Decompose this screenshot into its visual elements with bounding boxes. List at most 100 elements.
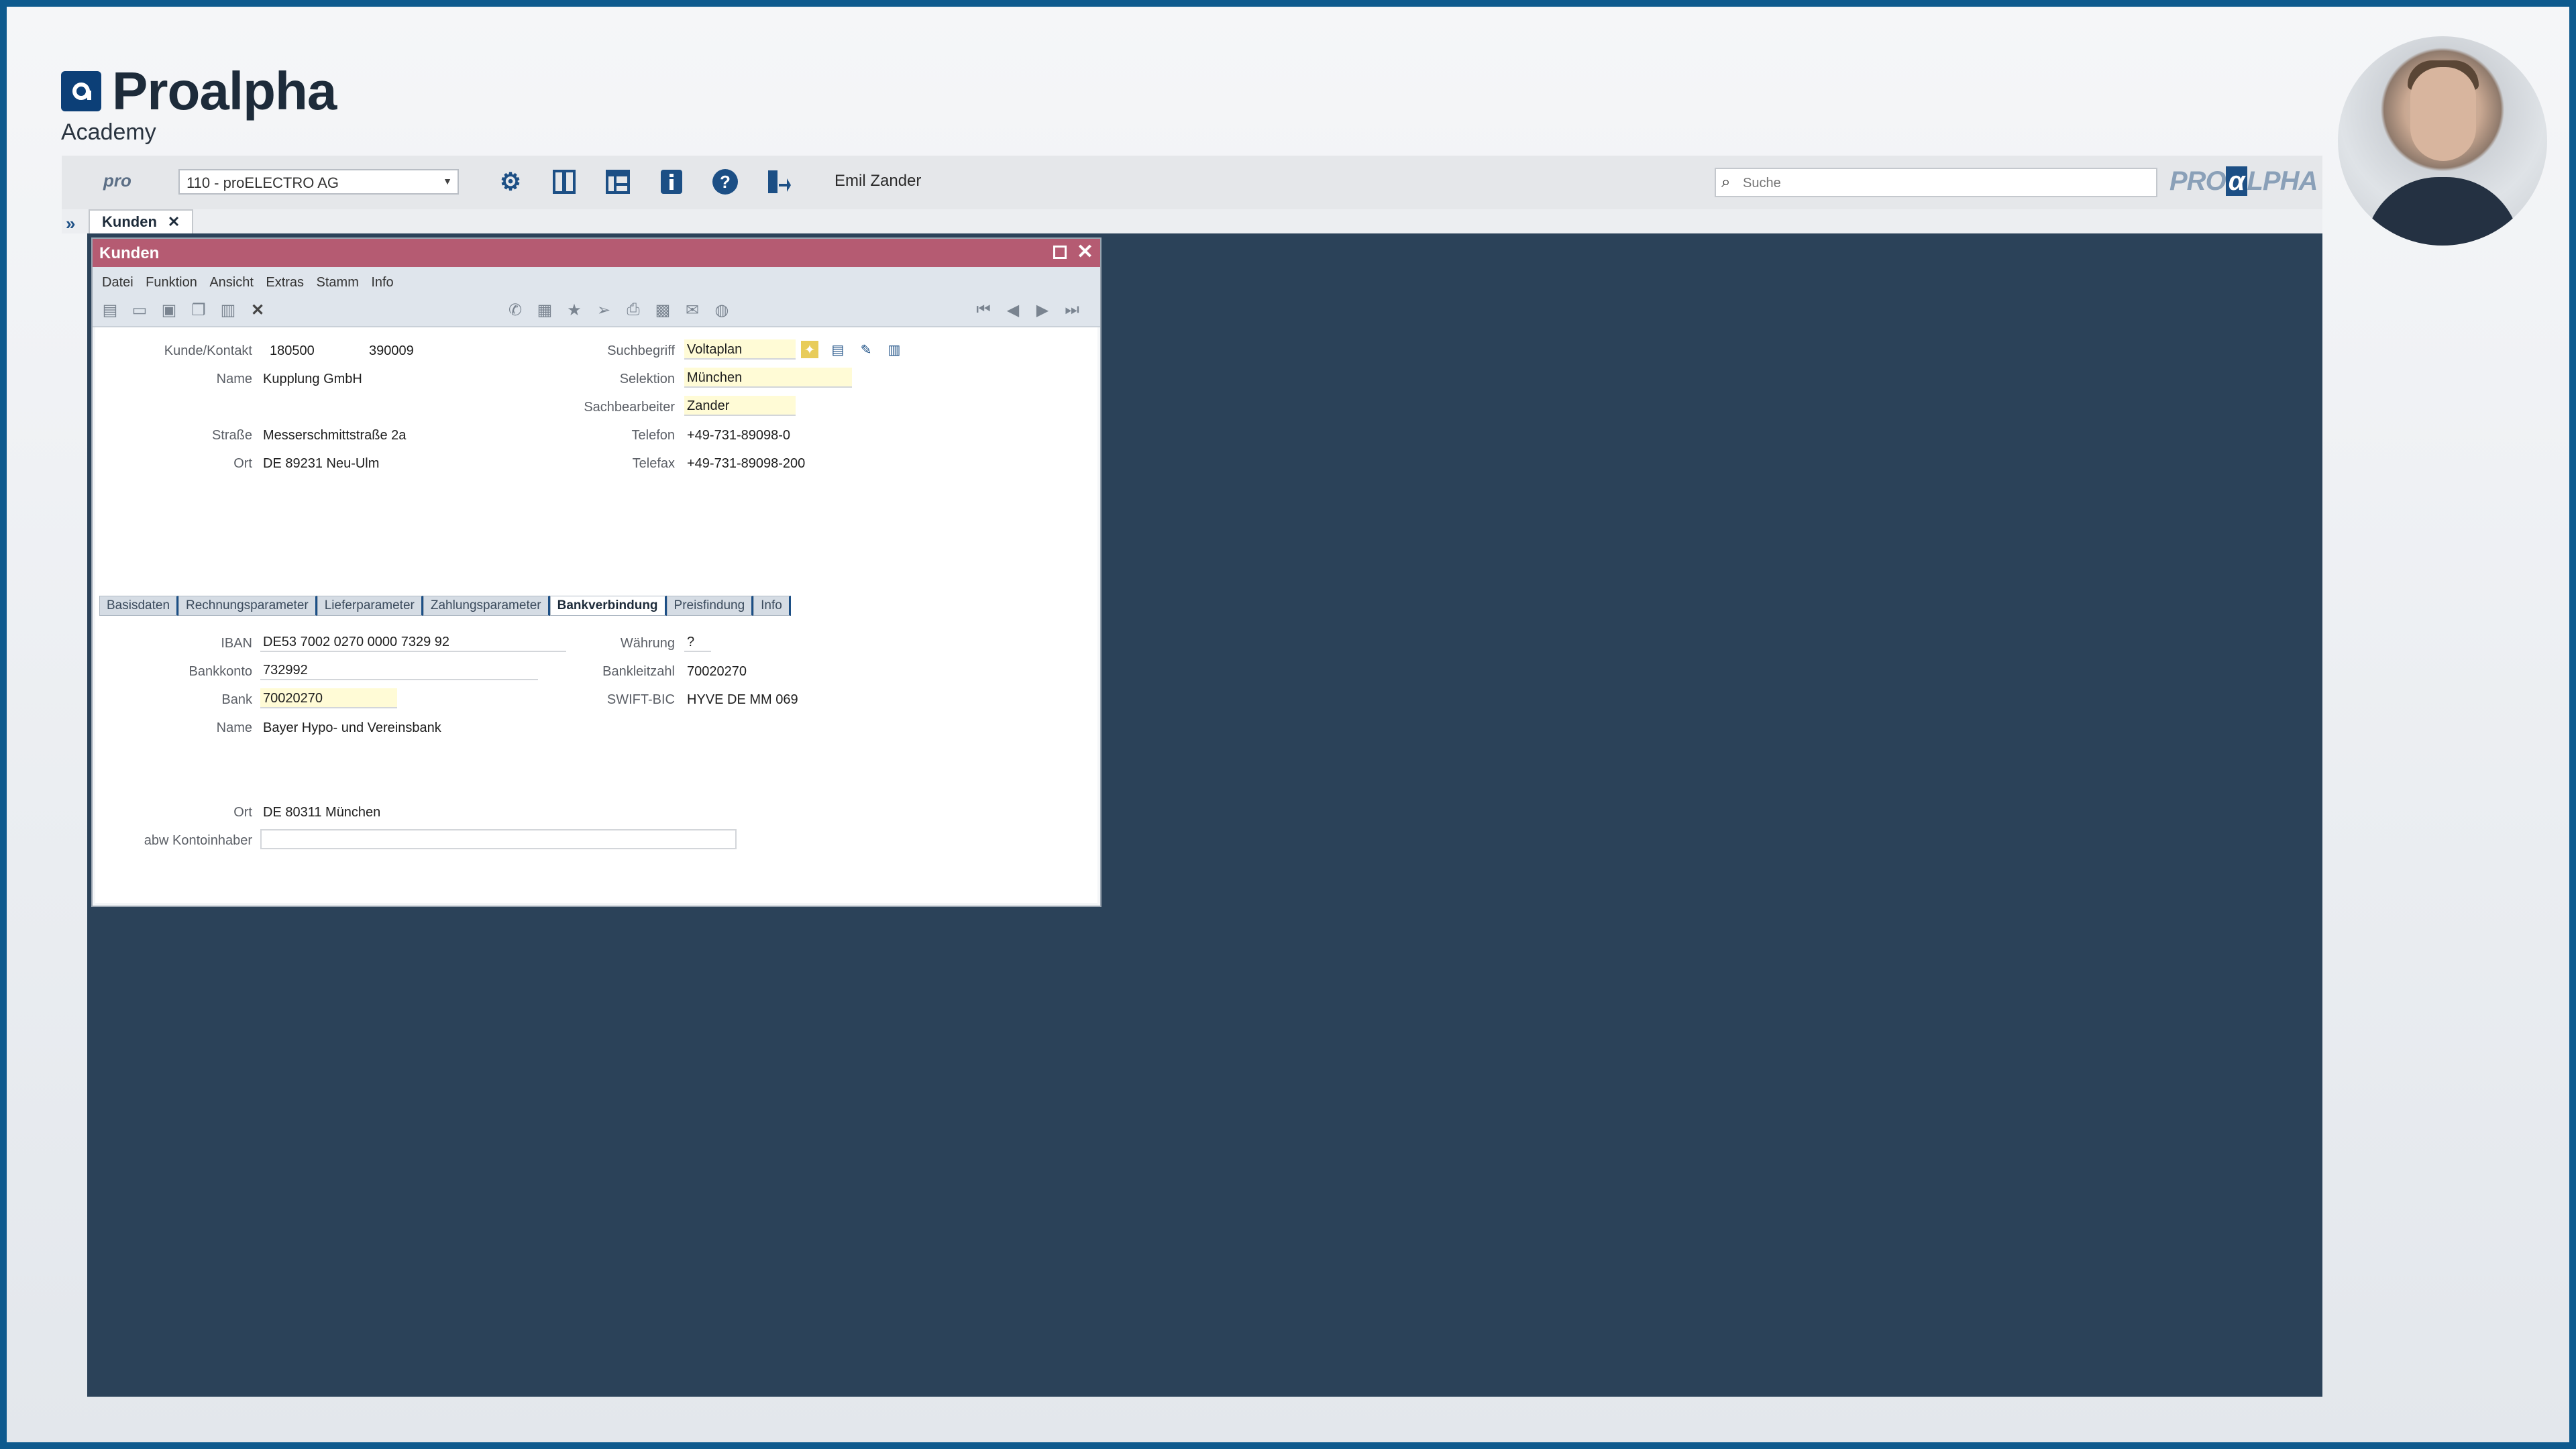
mail-icon[interactable]: ✉ [682, 299, 703, 321]
previous-record-icon[interactable]: ◀ [1002, 299, 1024, 321]
close-icon[interactable]: ✕ [168, 213, 180, 231]
tab-info[interactable]: Info [753, 596, 791, 616]
abw-kontoinhaber-label: abw Kontoinhaber [144, 833, 252, 848]
brand-subtitle: Academy [61, 119, 156, 145]
proalpha-mark-icon [61, 71, 101, 111]
last-record-icon[interactable]: ⏭ [1061, 299, 1083, 321]
telefax-label: Telefax [632, 456, 675, 471]
panel-icon[interactable] [549, 166, 580, 197]
delete-icon[interactable]: ▥ [217, 299, 239, 321]
suchbegriff-label: Suchbegriff [607, 343, 675, 358]
kunden-window: Kunden ✕ Datei Funktion Ansicht Extras S… [91, 237, 1102, 907]
help-icon[interactable]: ? [710, 166, 741, 197]
first-record-icon[interactable]: ⏮ [973, 299, 994, 321]
cancel-icon[interactable]: ✕ [247, 299, 268, 321]
bank-ort-label: Ort [233, 805, 252, 820]
bankkonto-field[interactable]: 732992 [260, 660, 538, 680]
bankkonto-label: Bankkonto [189, 664, 252, 679]
search-icon: ⌕ [1721, 173, 1731, 191]
user-name: Emil Zander [835, 172, 922, 190]
ort-label: Ort [233, 456, 252, 471]
tab-rechnungsparameter[interactable]: Rechnungsparameter [178, 596, 317, 616]
menu-datei[interactable]: Datei [102, 275, 133, 290]
screen-frame: Proalpha Academy pro 110 - proELECTRO AG… [7, 7, 2569, 1442]
tab-zahlungsparameter[interactable]: Zahlungsparameter [423, 596, 550, 616]
tab-basisdaten[interactable]: Basisdaten [99, 596, 179, 616]
strasse-label: Straße [211, 428, 252, 443]
lightbulb-icon[interactable]: ✦ [801, 341, 818, 358]
next-record-icon[interactable]: ▶ [1032, 299, 1053, 321]
kontakt-number: 390009 [369, 343, 414, 358]
search-box[interactable]: ⌕ [1715, 168, 2157, 197]
maximize-icon[interactable] [1053, 246, 1067, 259]
app-toolbar: pro 110 - proELECTRO AG ▼ ⚙ ? Emil Zande… [62, 156, 2322, 209]
menu-info[interactable]: Info [371, 275, 393, 290]
name-value: Kupplung GmbH [263, 372, 362, 386]
company-select[interactable]: 110 - proELECTRO AG ▼ [178, 169, 459, 195]
waehrung-field[interactable]: ? [684, 632, 711, 652]
gear-icon[interactable]: ⚙ [495, 166, 526, 197]
bank-name-value: Bayer Hypo- und Vereinsbank [263, 720, 441, 735]
name-label: Name [216, 372, 252, 386]
sachbearbeiter-label: Sachbearbeiter [584, 400, 675, 415]
search-input[interactable] [1741, 172, 2147, 195]
telefax-value: +49-731-89098-200 [687, 456, 806, 471]
swift-bic-label: SWIFT-BIC [606, 692, 675, 707]
brand-name: Proalpha [112, 61, 337, 121]
save-icon[interactable]: ▣ [158, 299, 180, 321]
bank-label: Bank [221, 692, 252, 707]
window-toolbar: ▤ ▭ ▣ ❐ ▥ ✕ ✆ ▦ ★ ➢ ⎙ ▩ ✉ ◍ ⏮ ◀ ▶ ⏭ [93, 294, 1100, 327]
bankleitzahl-value: 70020270 [687, 664, 747, 679]
kunde-number: 180500 [270, 343, 315, 358]
tab-preisfindung[interactable]: Preisfindung [666, 596, 754, 616]
suchbegriff-field[interactable]: Voltaplan [684, 339, 796, 360]
calendar-icon[interactable]: ▦ [534, 299, 555, 321]
selektion-field[interactable]: München [684, 368, 852, 388]
abw-kontoinhaber-field[interactable] [260, 829, 737, 849]
presenter-video [2338, 36, 2547, 246]
notes-icon[interactable]: ▥ [885, 341, 903, 358]
forward-icon[interactable]: ➢ [593, 299, 614, 321]
document-icon[interactable]: ▤ [829, 341, 847, 358]
bank-field[interactable]: 70020270 [260, 688, 397, 708]
expand-arrows-icon[interactable]: » [66, 213, 75, 234]
bankleitzahl-label: Bankleitzahl [602, 664, 675, 679]
brand-logo: Proalpha [61, 58, 337, 125]
telefon-value: +49-731-89098-0 [687, 428, 791, 443]
window-body: Kunde/Kontakt 180500 390009 Name Kupplun… [95, 327, 1097, 903]
star-icon[interactable]: ★ [564, 299, 585, 321]
detail-tabs: Basisdaten Rechnungsparameter Lieferpara… [99, 596, 791, 616]
sachbearbeiter-field[interactable]: Zander [684, 396, 796, 416]
window-titlebar[interactable]: Kunden ✕ [93, 239, 1100, 267]
print-icon[interactable]: ⎙ [623, 299, 644, 321]
chevron-down-icon: ▼ [443, 176, 452, 186]
globe-icon[interactable]: ◍ [711, 299, 733, 321]
menu-stamm[interactable]: Stamm [317, 275, 359, 290]
tab-lieferparameter[interactable]: Lieferparameter [317, 596, 423, 616]
selektion-label: Selektion [619, 372, 675, 386]
menu-extras[interactable]: Extras [266, 275, 304, 290]
close-icon[interactable]: ✕ [1077, 240, 1093, 264]
ort-value: DE 89231 Neu-Ulm [263, 456, 380, 471]
svg-text:?: ? [720, 172, 731, 192]
layout-icon[interactable] [602, 166, 633, 197]
menu-ansicht[interactable]: Ansicht [209, 275, 254, 290]
kunde-kontakt-label: Kunde/Kontakt [164, 343, 252, 358]
tab-kunden[interactable]: Kunden ✕ [89, 209, 194, 233]
edit-icon[interactable]: ✎ [857, 341, 875, 358]
phone-icon[interactable]: ✆ [504, 299, 526, 321]
exit-icon[interactable] [763, 166, 794, 197]
open-folder-icon[interactable]: ▭ [129, 299, 150, 321]
strasse-value: Messerschmittstraße 2a [263, 428, 407, 443]
iban-field[interactable]: DE53 7002 0270 0000 7329 92 [260, 632, 566, 652]
telefon-label: Telefon [631, 428, 676, 443]
info-icon[interactable] [656, 166, 687, 197]
window-title: Kunden [99, 244, 160, 262]
waehrung-label: Währung [620, 636, 675, 651]
document-tab-strip: » Kunden ✕ [62, 209, 2322, 233]
menu-funktion[interactable]: Funktion [146, 275, 197, 290]
copy-icon[interactable]: ❐ [188, 299, 209, 321]
fax-icon[interactable]: ▩ [652, 299, 674, 321]
new-record-icon[interactable]: ▤ [99, 299, 121, 321]
tab-bankverbindung[interactable]: Bankverbindung [549, 596, 667, 616]
